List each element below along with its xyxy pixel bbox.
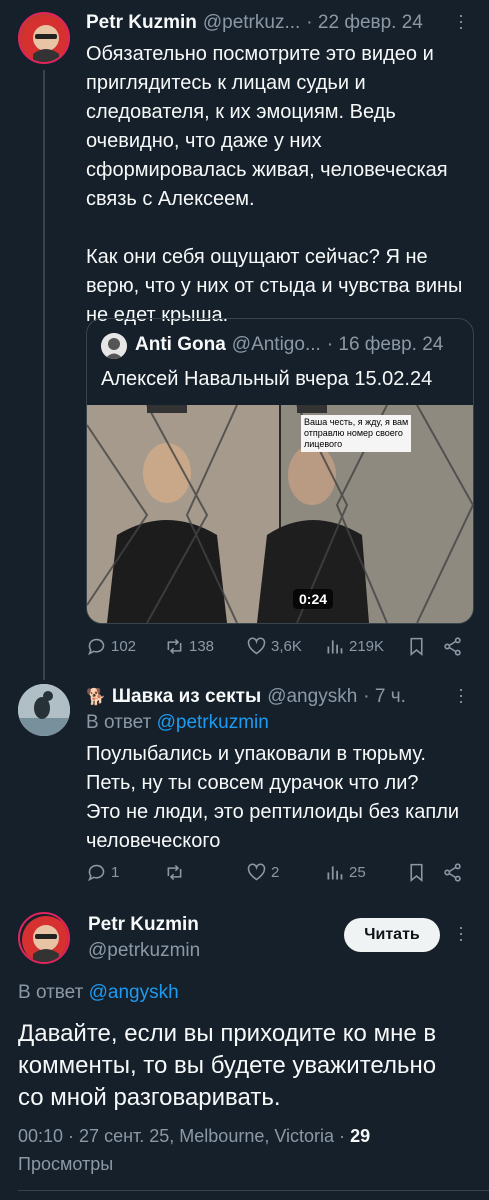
- like-count: 3,6K: [271, 638, 302, 655]
- views-count: 219K: [349, 638, 385, 655]
- follow-button[interactable]: Читать: [344, 918, 440, 952]
- views-button[interactable]: 25: [324, 862, 366, 883]
- avatar-image: [22, 16, 68, 62]
- main-tweet-text: Давайте, если вы приходите ко мне в комм…: [18, 1020, 437, 1111]
- share-icon: [444, 863, 461, 882]
- author-handle[interactable]: @angyskh: [267, 686, 357, 708]
- tweet-meta[interactable]: 00:10 · 27 сент. 25, Melbourne, Victoria…: [18, 1126, 345, 1146]
- avatar-image: [101, 333, 127, 359]
- bookmark-icon: [410, 637, 423, 657]
- reply-prefix: В ответ: [86, 712, 152, 733]
- reply-to-link[interactable]: @angyskh: [89, 982, 179, 1003]
- like-icon: [247, 637, 266, 655]
- reply-count: 102: [111, 638, 137, 655]
- author-handle[interactable]: @petrkuzmin: [88, 940, 200, 962]
- reply-count: 1: [111, 864, 120, 881]
- retweet-icon: [167, 638, 182, 655]
- tweet-date[interactable]: · 7 ч.: [363, 686, 406, 708]
- avatar-petr-kuzmin[interactable]: [18, 12, 70, 64]
- share-button[interactable]: [442, 862, 463, 883]
- views-icon: [327, 640, 343, 654]
- reply-prefix: В ответ: [18, 982, 84, 1003]
- views-count: 25: [349, 864, 366, 881]
- author-handle[interactable]: @petrkuz...: [203, 12, 300, 34]
- share-button[interactable]: [442, 636, 463, 657]
- quoted-tweet-date: · 16 февр. 24: [326, 334, 444, 355]
- like-button[interactable]: 2: [246, 862, 279, 883]
- reply-icon: [88, 864, 105, 882]
- retweet-button[interactable]: 138: [164, 636, 214, 657]
- author-name[interactable]: Petr Kuzmin: [86, 12, 197, 34]
- quoted-tweet[interactable]: Anti Gona @Antigo... · 16 февр. 24 Алекс…: [86, 318, 474, 624]
- author-name[interactable]: Petr Kuzmin: [88, 914, 199, 936]
- share-icon: [444, 637, 461, 656]
- views-count: 29: [350, 1126, 371, 1146]
- reply-button[interactable]: 102: [86, 636, 136, 657]
- video-thumbnail[interactable]: Ваша честь, я жду, я вам отправлю номер …: [87, 405, 473, 623]
- video-frame: [87, 405, 473, 623]
- thread-line-1: [43, 70, 45, 680]
- video-caption: Ваша честь, я жду, я вам отправлю номер …: [301, 415, 412, 452]
- more-icon[interactable]: · · ·: [454, 6, 468, 36]
- bookmark-icon: [410, 863, 423, 883]
- views-icon: [327, 866, 343, 880]
- retweet-icon: [167, 864, 182, 881]
- reply-icon: [88, 638, 105, 656]
- retweet-button[interactable]: [164, 862, 189, 883]
- tweet-text: Поулыбались и упаковали в тюрьму. Петь, …: [86, 743, 460, 852]
- like-count: 2: [271, 864, 280, 881]
- avatar-image: [22, 916, 68, 962]
- avatar-image: [18, 684, 70, 736]
- views-label: Просмотры: [18, 1154, 114, 1174]
- author-name[interactable]: Шавка из секты: [112, 686, 261, 708]
- avatar-anti-gona: [101, 333, 127, 359]
- avatar-shavka[interactable]: [18, 684, 70, 736]
- quoted-author-name: Anti Gona: [135, 334, 226, 355]
- retweet-count: 138: [189, 638, 215, 655]
- quoted-author-handle: @Antigo...: [231, 334, 321, 355]
- tweet-text: Обязательно посмотрите это видео и пригл…: [86, 43, 463, 326]
- bookmark-button[interactable]: [406, 862, 427, 883]
- like-icon: [247, 863, 266, 881]
- quoted-tweet-text: Алексей Навальный вчера 15.02.24: [101, 368, 433, 390]
- views-button[interactable]: 219K: [324, 636, 384, 657]
- more-icon[interactable]: · · ·: [454, 680, 468, 710]
- dog-emoji: 🐕: [86, 689, 106, 706]
- bookmark-button[interactable]: [406, 636, 427, 657]
- tweet-date[interactable]: · 22 февр. 24: [306, 12, 423, 34]
- avatar-petr-kuzmin[interactable]: [18, 912, 70, 964]
- divider: [18, 1190, 489, 1191]
- video-duration: 0:24: [293, 589, 334, 609]
- reply-to-link[interactable]: @petrkuzmin: [157, 712, 269, 733]
- like-button[interactable]: 3,6K: [246, 636, 302, 657]
- reply-button[interactable]: 1: [86, 862, 119, 883]
- more-icon[interactable]: · · ·: [454, 918, 468, 948]
